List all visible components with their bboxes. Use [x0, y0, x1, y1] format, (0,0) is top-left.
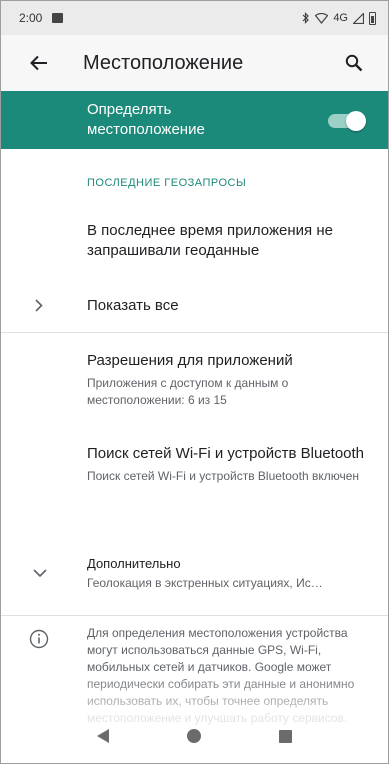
page-title: Местоположение: [83, 51, 244, 74]
show-all-label: Показать все: [87, 296, 179, 314]
battery-icon: [369, 11, 376, 25]
switch-thumb: [346, 111, 366, 131]
search-icon: [345, 54, 363, 72]
location-switch[interactable]: [328, 111, 366, 131]
status-icons: 4G: [302, 11, 376, 25]
back-button[interactable]: [17, 41, 61, 85]
recent-requests-empty-text: В последнее время приложения не запрашив…: [87, 222, 333, 259]
screen: 2:00 4G Местоположение Определять местоп…: [0, 0, 389, 764]
app-bar: Местоположение: [1, 35, 388, 91]
chevron-down-icon: [33, 569, 47, 578]
nav-home-icon[interactable]: [187, 729, 201, 743]
advanced-summary: Геолокация в экстренных ситуациях, Ис…: [87, 576, 323, 590]
nav-recents-icon[interactable]: [279, 729, 292, 743]
app-permissions-title: Разрешения для приложений: [87, 352, 293, 369]
arrow-left-icon: [30, 55, 47, 71]
scanning-title: Поиск сетей Wi‑Fi и устройств Bluetooth: [87, 445, 365, 462]
advanced-title: Дополнительно: [87, 556, 181, 571]
divider: [1, 332, 388, 333]
chevron-right-icon: [31, 297, 47, 313]
nav-back-icon[interactable]: [97, 729, 109, 743]
notification-icon: [52, 13, 64, 23]
info-icon: [29, 629, 49, 649]
scroll-fade: [1, 669, 388, 709]
recent-requests-header: ПОСЛЕДНИЕ ГЕОЗАПРОСЫ: [87, 177, 247, 189]
network-type: 4G: [333, 12, 348, 24]
signal-icon: [353, 12, 364, 24]
search-button[interactable]: [334, 43, 374, 83]
app-permissions-item[interactable]: Разрешения для приложений Приложения с д…: [87, 351, 377, 409]
wifi-icon: [315, 12, 329, 24]
divider: [1, 615, 388, 616]
scanning-summary: Поиск сетей Wi‑Fi и устройств Bluetooth …: [87, 469, 359, 483]
app-permissions-summary: Приложения с доступом к данным о местопо…: [87, 376, 289, 407]
navigation-bar: [1, 709, 388, 763]
bluetooth-icon: [302, 12, 310, 24]
status-bar: 2:00 4G: [1, 1, 388, 35]
master-toggle-label: Определять местоположение: [87, 101, 205, 138]
advanced-item[interactable]: Дополнительно Геолокация в экстренных си…: [1, 556, 388, 606]
location-master-toggle-row[interactable]: Определять местоположение: [1, 91, 388, 149]
status-time: 2:00: [19, 11, 43, 25]
show-all-item[interactable]: Показать все: [1, 285, 388, 325]
scanning-item[interactable]: Поиск сетей Wi‑Fi и устройств Bluetooth …: [87, 444, 377, 485]
